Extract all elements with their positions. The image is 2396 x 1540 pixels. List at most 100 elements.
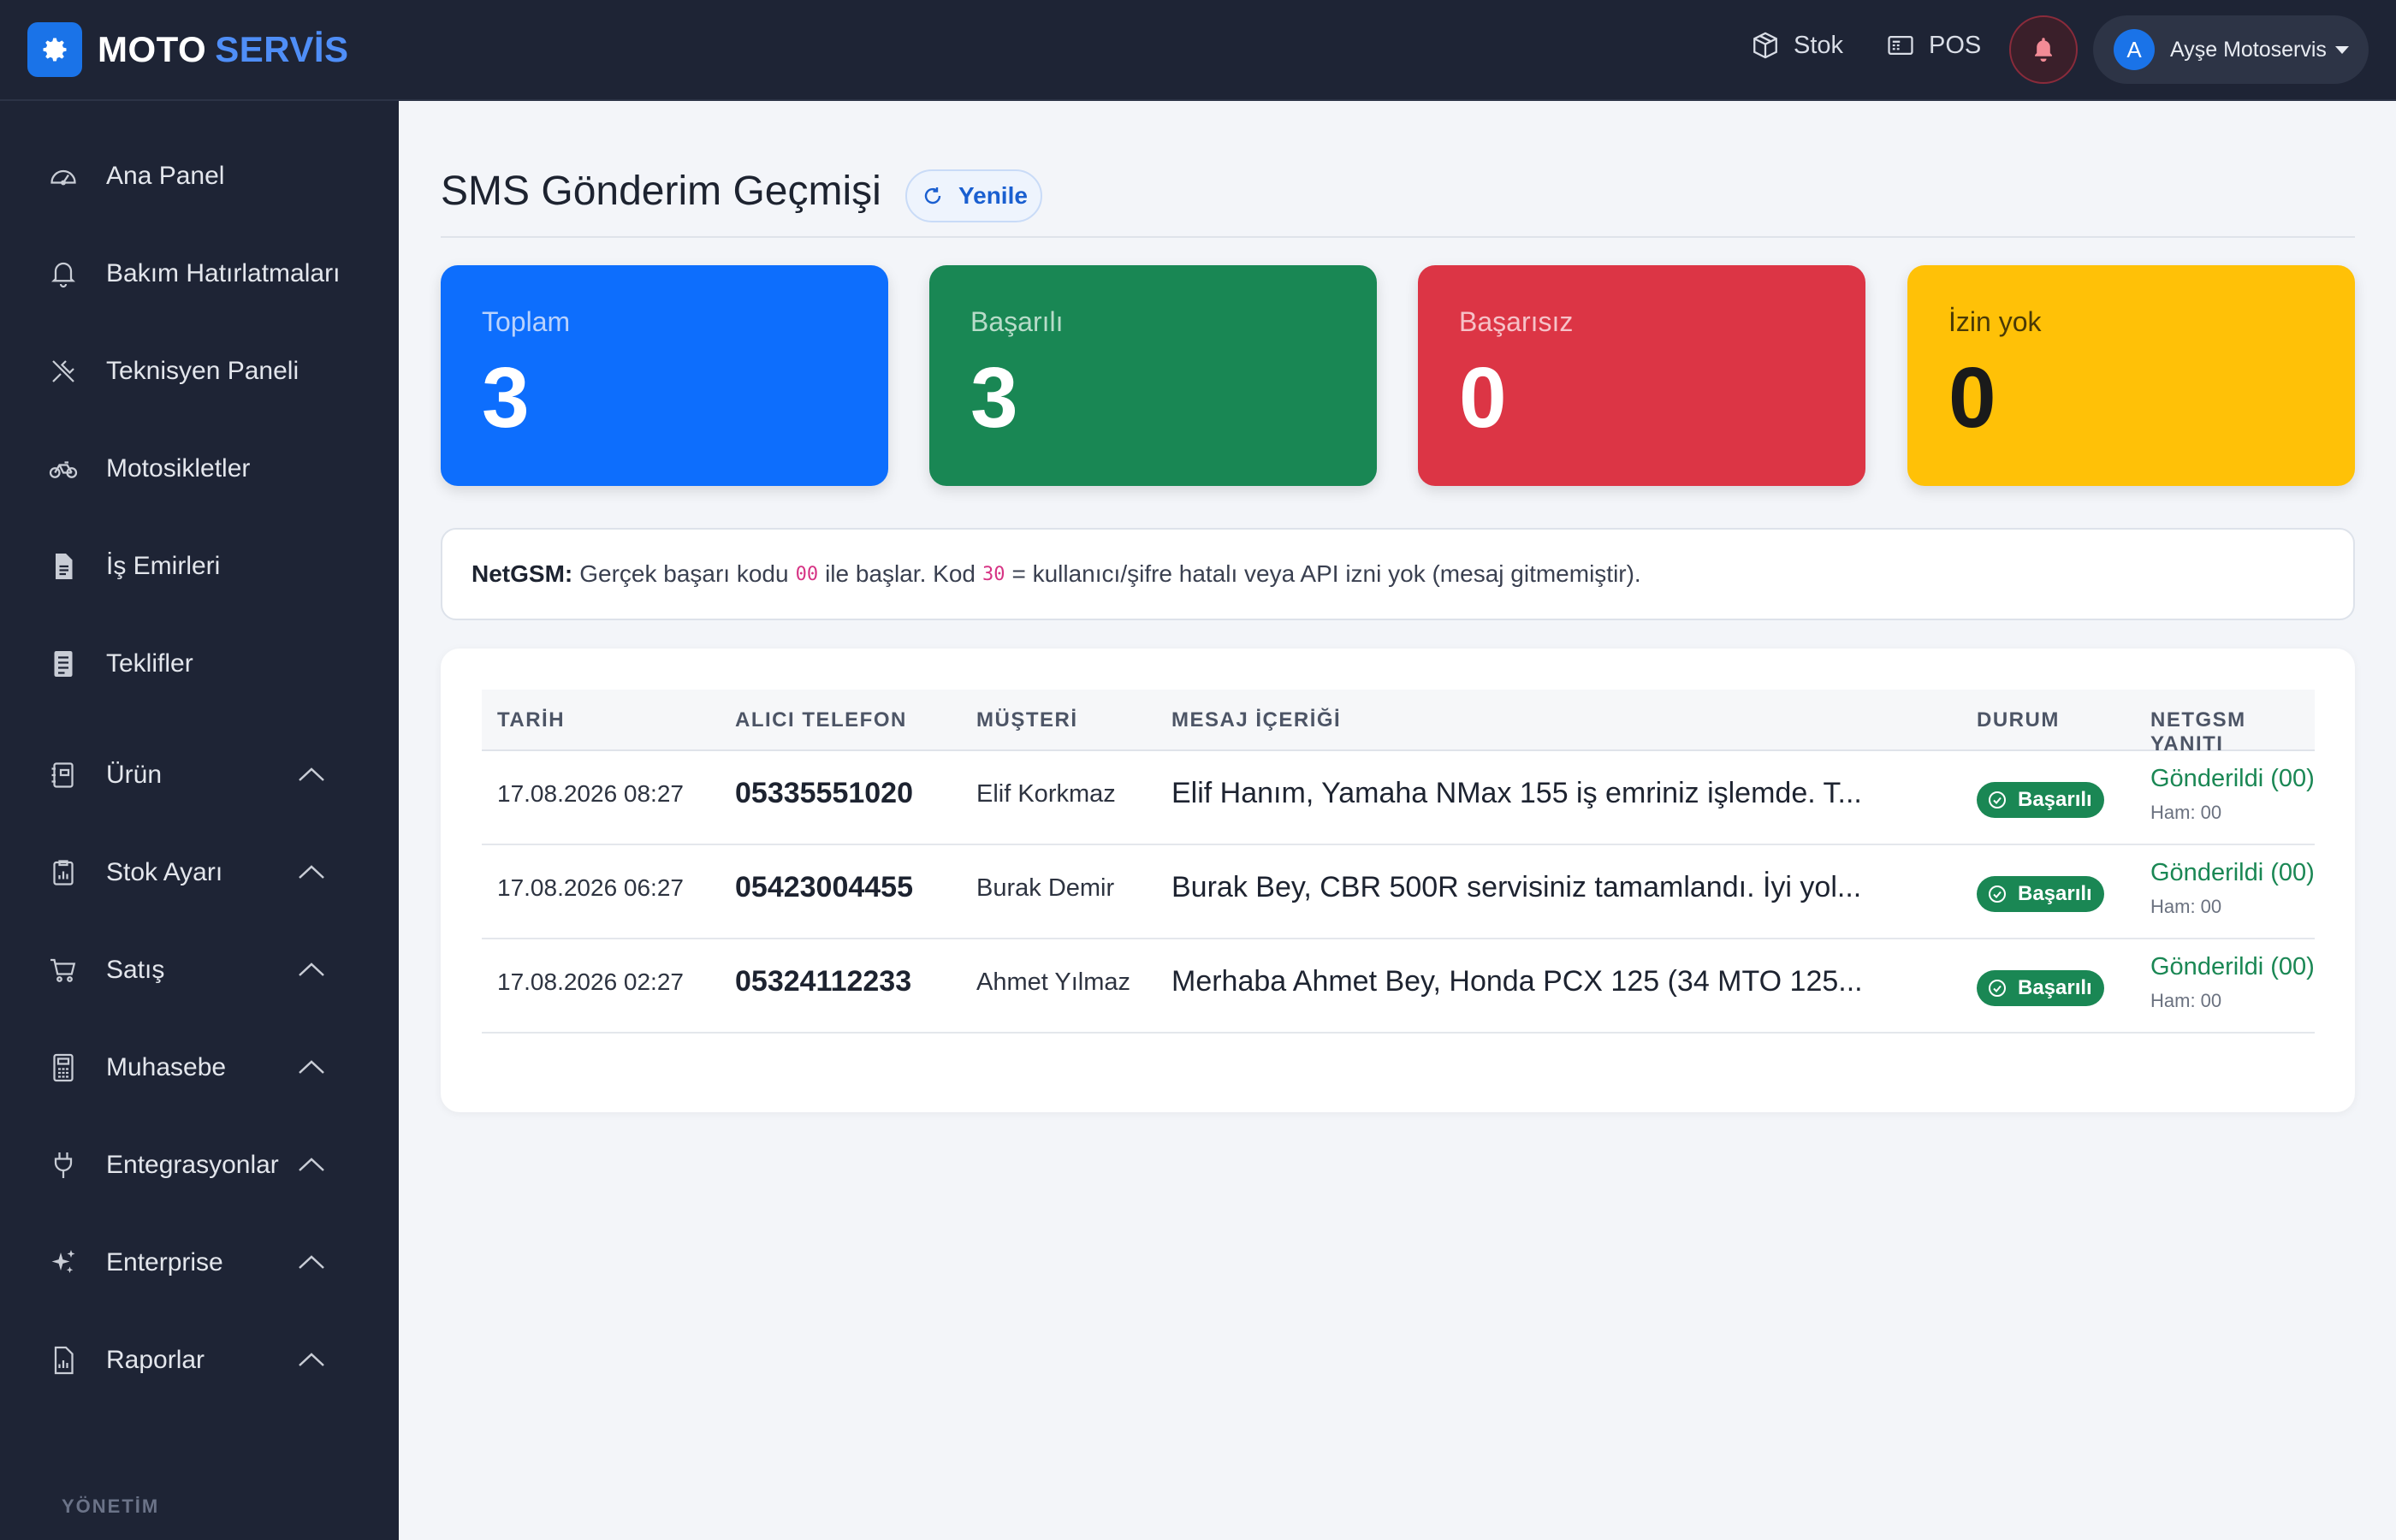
status-badge-label: Başarılı — [2018, 976, 2092, 999]
pos-terminal-icon — [1888, 35, 1913, 56]
stock-link[interactable]: Stok — [1751, 31, 1843, 60]
sms-history-table: TARİH ALICI TELEFON MÜŞTERİ MESAJ İÇERİĞ… — [441, 649, 2355, 1112]
sidebar-item-stok-ayari[interactable]: Stok Ayarı — [0, 838, 399, 907]
chevron-up-icon — [299, 1060, 324, 1074]
row-date: 17.08.2026 08:27 — [497, 780, 684, 807]
info-text: = kullanıcı/şifre hatalı veya API izni y… — [1011, 560, 1641, 587]
sidebar-item-satis[interactable]: Satış — [0, 936, 399, 1004]
sidebar-item-label: Ürün — [106, 761, 163, 789]
info-code: 00 — [795, 563, 819, 585]
sidebar-item-motosikletler[interactable]: Motosikletler — [0, 435, 399, 503]
stock-link-label: Stok — [1794, 31, 1844, 59]
status-badge: Başarılı — [1977, 876, 2104, 912]
page-title: SMS Gönderim Geçmişi — [441, 169, 881, 214]
response-raw: Ham: 00 — [2150, 990, 2222, 1011]
column-header: NETGSM YANITI — [2150, 708, 2246, 755]
stat-value: 0 — [1459, 350, 1507, 446]
status-badge: Başarılı — [1977, 782, 2104, 818]
clipboard-icon — [46, 856, 80, 890]
brand-name: MOTO SERVİS — [98, 29, 349, 70]
sidebar-item-teknisyen-paneli[interactable]: Teknisyen Paneli — [0, 337, 399, 406]
sidebar-item-ana-panel[interactable]: Ana Panel — [0, 142, 399, 210]
stat-value: 3 — [970, 350, 1018, 446]
file-icon — [46, 549, 80, 583]
sidebar-item-urun[interactable]: Ürün — [0, 741, 399, 809]
check-circle-icon — [1989, 791, 2006, 808]
row-phone: 05423004455 — [735, 871, 914, 903]
bell-icon — [2035, 38, 2052, 62]
stat-label: İzin yok — [1948, 306, 2042, 337]
bicycle-icon — [46, 452, 80, 486]
brand[interactable]: MOTO SERVİS — [27, 22, 349, 77]
refresh-icon — [924, 187, 941, 204]
sidebar-item-label: Teknisyen Paneli — [106, 357, 300, 385]
sidebar-item-label: İş Emirleri — [106, 552, 221, 580]
row-customer: Ahmet Yılmaz — [976, 968, 1130, 996]
chevron-up-icon — [299, 1158, 324, 1171]
sidebar-item-label: Entegrasyonlar — [106, 1151, 279, 1179]
sidebar-item-label: Bakım Hatırlatmaları — [106, 259, 341, 287]
pos-link-label: POS — [1929, 31, 1982, 59]
sidebar-item-label: Muhasebe — [106, 1053, 227, 1081]
info-text: Gerçek başarı kodu — [579, 560, 789, 587]
chevron-up-icon — [299, 865, 324, 879]
sidebar-item-teklifler[interactable]: Teklifler — [0, 630, 399, 698]
stat-label: Başarısız — [1459, 306, 1574, 337]
brand-name-part1: MOTO — [98, 29, 207, 69]
divider — [441, 236, 2355, 238]
table-row: 17.08.2026 02:27 05324112233 Ahmet Yılma… — [482, 939, 2315, 1034]
cart-icon — [46, 953, 80, 987]
tools-icon — [46, 354, 80, 388]
sidebar-section-label: YÖNETİM — [62, 1496, 160, 1517]
sidebar-item-label: Stok Ayarı — [106, 858, 223, 886]
response-text: Gönderildi (00) — [2150, 765, 2315, 792]
sidebar-item-muhasebe[interactable]: Muhasebe — [0, 1034, 399, 1102]
info-prefix: NetGSM: — [471, 560, 573, 587]
gear-icon — [27, 22, 82, 77]
column-header: MESAJ İÇERİĞİ — [1171, 708, 1342, 732]
table-header: TARİH ALICI TELEFON MÜŞTERİ MESAJ İÇERİĞ… — [482, 690, 2315, 755]
user-name: Ayşe Motoservis — [2170, 37, 2327, 62]
sidebar-item-label: Satış — [106, 956, 165, 984]
row-message: Merhaba Ahmet Bey, Honda PCX 125 (34 MTO… — [1171, 965, 1863, 998]
check-circle-icon — [1989, 886, 2006, 903]
column-header: DURUM — [1977, 708, 2060, 732]
row-response: Gönderildi (00) Ham: 00 — [2150, 765, 2315, 824]
calculator-icon — [46, 1051, 80, 1085]
box-icon — [1753, 32, 1777, 59]
journal-icon — [46, 758, 80, 792]
sidebar-item-bakim-hatirlatmalari[interactable]: Bakım Hatırlatmaları — [0, 240, 399, 308]
column-header: MÜŞTERİ — [976, 708, 1078, 732]
refresh-button[interactable]: Yenile — [905, 169, 1042, 222]
document-icon — [46, 647, 80, 681]
sidebar-item-raporlar[interactable]: Raporlar — [0, 1326, 399, 1395]
refresh-button-label: Yenile — [958, 182, 1028, 209]
caret-down-icon — [2334, 45, 2349, 54]
pos-link[interactable]: POS — [1886, 31, 1981, 60]
sidebar-item-is-emirleri[interactable]: İş Emirleri — [0, 532, 399, 601]
response-raw: Ham: 00 — [2150, 802, 2222, 823]
stat-label: Toplam — [482, 306, 571, 337]
stat-card-total: Toplam 3 — [441, 265, 888, 486]
netgsm-info-alert: NetGSM: Gerçek başarı kodu 00 ile başlar… — [441, 528, 2355, 620]
table-row: 17.08.2026 06:27 05423004455 Burak Demir… — [482, 845, 2315, 939]
chevron-up-icon — [299, 1255, 324, 1269]
check-circle-icon — [1989, 980, 2006, 997]
avatar: A — [2114, 29, 2155, 70]
sidebar-item-label: Enterprise — [106, 1248, 223, 1276]
row-phone: 05335551020 — [735, 777, 914, 809]
chevron-up-icon — [299, 767, 324, 781]
row-customer: Burak Demir — [976, 874, 1115, 902]
stars-icon — [46, 1246, 80, 1280]
stat-card-failed: Başarısız 0 — [1418, 265, 1865, 486]
user-menu-button[interactable]: A Ayşe Motoservis — [2093, 15, 2369, 84]
sidebar-item-label: Ana Panel — [106, 162, 225, 190]
notifications-button[interactable] — [2009, 15, 2078, 84]
report-icon — [46, 1343, 80, 1377]
sidebar-item-entegrasyonlar[interactable]: Entegrasyonlar — [0, 1131, 399, 1199]
stat-card-no-permission: İzin yok 0 — [1907, 265, 2355, 486]
table-row: 17.08.2026 08:27 05335551020 Elif Korkma… — [482, 751, 2315, 845]
status-badge: Başarılı — [1977, 970, 2104, 1006]
sidebar-item-enterprise[interactable]: Enterprise — [0, 1229, 399, 1297]
stat-value: 0 — [1948, 350, 1996, 446]
